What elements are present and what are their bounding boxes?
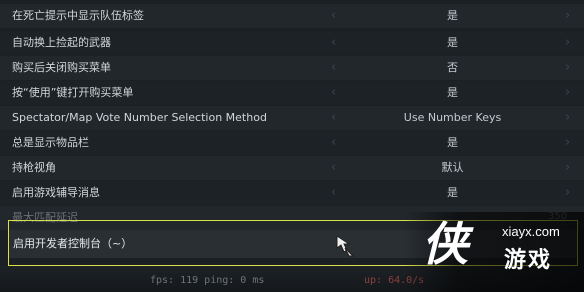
setting-label: 自动换上捡起的武器 — [12, 36, 111, 49]
setting-value: 是 — [447, 86, 458, 99]
setting-value: 是 — [447, 36, 458, 49]
arrow-left-icon[interactable]: ‹ — [331, 156, 336, 180]
arrow-left-icon[interactable]: ‹ — [331, 131, 336, 155]
setting-value: 是 — [447, 136, 458, 149]
arrow-left-icon[interactable]: ‹ — [331, 81, 336, 105]
setting-label: 持枪视角 — [12, 161, 56, 174]
arrow-right-icon[interactable]: › — [565, 31, 570, 55]
watermark-name: 游戏 — [504, 248, 553, 273]
watermark-domain: xiayx.com — [502, 224, 560, 239]
setting-row-viewmodel[interactable]: 持枪视角 ‹ 默认 › — [0, 156, 584, 180]
arrow-left-icon[interactable]: ‹ — [331, 181, 336, 205]
arrow-right-icon[interactable]: › — [565, 156, 570, 180]
arrow-left-icon[interactable]: ‹ — [331, 4, 336, 28]
setting-row-close-buy-menu[interactable]: 购买后关闭购买菜单 ‹ 否 › — [0, 56, 584, 80]
arrow-right-icon[interactable]: › — [565, 81, 570, 105]
setting-label: 按“使用”键打开购买菜单 — [12, 86, 134, 99]
arrow-right-icon[interactable]: › — [565, 56, 570, 80]
arrow-left-icon[interactable]: ‹ — [331, 56, 336, 80]
setting-row-use-key-buy-menu[interactable]: 按“使用”键打开购买菜单 ‹ 是 › — [0, 81, 584, 105]
setting-row-always-show-inventory[interactable]: 总是显示物品栏 ‹ 是 › — [0, 131, 584, 155]
setting-value: 是 — [447, 9, 458, 22]
setting-label: Spectator/Map Vote Number Selection Meth… — [12, 111, 267, 124]
arrow-left-icon[interactable]: ‹ — [331, 106, 336, 130]
setting-value: 默认 — [441, 161, 464, 174]
setting-value: 是 — [447, 186, 458, 199]
setting-label: 总是显示物品栏 — [12, 136, 89, 149]
arrow-right-icon[interactable]: › — [565, 4, 570, 28]
arrow-right-icon[interactable]: › — [565, 106, 570, 130]
arrow-right-icon[interactable]: › — [565, 131, 570, 155]
mouse-cursor-icon — [336, 235, 355, 257]
arrow-right-icon[interactable]: › — [565, 181, 570, 205]
setting-label: 启用游戏辅导消息 — [12, 186, 100, 199]
setting-label: 在死亡提示中显示队伍标签 — [12, 9, 144, 22]
fps-readout: fps: 119 ping: 0 ms — [150, 275, 265, 286]
setting-row-auto-switch-weapon[interactable]: 自动换上捡起的武器 ‹ 是 › — [0, 31, 584, 55]
setting-value: 否 — [447, 61, 458, 74]
setting-row-game-instructor[interactable]: 启用游戏辅导消息 ‹ 是 › — [0, 181, 584, 205]
setting-value: Use Number Keys — [403, 111, 502, 124]
setting-label: 启用开发者控制台（~） — [13, 237, 133, 250]
setting-label: 最大匹配延迟 — [12, 211, 78, 224]
arrow-left-icon[interactable]: ‹ — [331, 31, 336, 55]
watermark-glyph: 侠 — [422, 217, 468, 271]
setting-label: 购买后关闭购买菜单 — [12, 61, 111, 74]
setting-row-spectator-vote-method[interactable]: Spectator/Map Vote Number Selection Meth… — [0, 106, 584, 130]
setting-row-death-notice-team[interactable]: 在死亡提示中显示队伍标签 ‹ 是 › — [0, 4, 584, 28]
